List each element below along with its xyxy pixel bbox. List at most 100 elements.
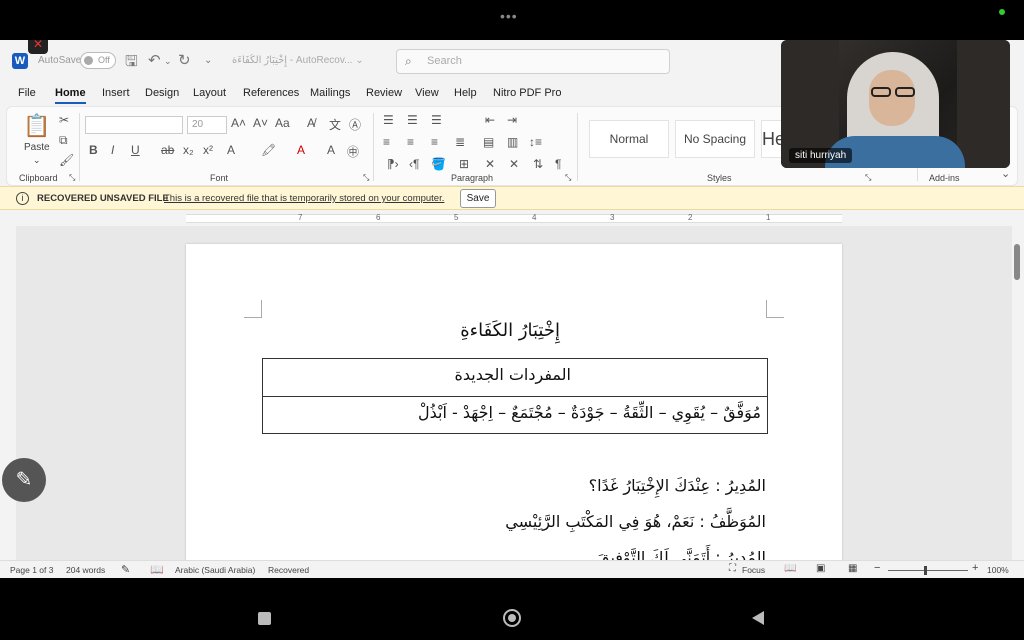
tab-layout[interactable]: Layout <box>193 87 226 99</box>
search-input[interactable]: Search <box>396 49 670 74</box>
ltr-icon[interactable]: ⁋› <box>387 157 399 171</box>
justify-icon[interactable]: ≣ <box>455 135 465 149</box>
recents-icon[interactable] <box>258 612 271 625</box>
subscript-icon[interactable]: x₂ <box>183 143 194 157</box>
increase-indent-icon[interactable]: ⇥ <box>507 113 517 127</box>
focus-button[interactable]: Focus <box>742 565 765 575</box>
clear-format-icon[interactable]: A̸ <box>307 116 315 130</box>
zoom-in-icon[interactable]: + <box>972 562 978 574</box>
video-call-tile[interactable]: siti hurriyah <box>781 40 1010 168</box>
font-name-box[interactable] <box>85 116 183 134</box>
paste-icon[interactable]: 📋 <box>23 113 50 139</box>
font-size-box[interactable]: 20 <box>187 116 227 134</box>
document-page[interactable]: إِخْتِبَارُ الكَفَاءةِ المفردات الجديدة … <box>186 244 842 574</box>
underline-icon[interactable]: U <box>131 143 140 157</box>
shading-icon[interactable]: 🪣 <box>431 157 446 171</box>
save-button[interactable]: Save <box>460 189 496 208</box>
tab-home[interactable]: Home <box>55 87 86 104</box>
multilevel-list-icon[interactable]: ☰ <box>431 113 442 127</box>
line-spacing-icon[interactable]: ↕≡ <box>529 135 542 149</box>
align-center-icon[interactable]: ≡ <box>407 135 414 149</box>
tab-mailings[interactable]: Mailings <box>310 87 350 99</box>
clipboard-launcher-icon[interactable]: ⤡ <box>69 173 75 183</box>
autosave-toggle[interactable]: Off <box>80 52 116 69</box>
zoom-level[interactable]: 100% <box>987 565 1009 575</box>
home-icon[interactable] <box>503 609 521 627</box>
bold-icon[interactable]: B <box>89 143 98 157</box>
tab-review[interactable]: Review <box>366 87 402 99</box>
paste-button[interactable]: Paste <box>24 142 50 153</box>
redo-icon[interactable]: ↻ <box>178 51 191 69</box>
strikethrough-icon[interactable]: ab <box>161 143 174 157</box>
undo-dropdown-icon[interactable]: ⌄ <box>164 56 172 67</box>
shrink-font-icon[interactable]: A˅ <box>253 116 268 130</box>
undo-icon[interactable]: ↶ <box>148 51 161 69</box>
collapse-ribbon-icon[interactable]: ⌄ <box>1001 167 1010 180</box>
language-indicator[interactable]: Arabic (Saudi Arabia) <box>175 565 255 575</box>
align-left-icon[interactable]: ≡ <box>383 135 390 149</box>
scrollbar-thumb[interactable] <box>1014 244 1020 280</box>
tab-references[interactable]: References <box>243 87 299 99</box>
tab-file[interactable]: File <box>18 87 36 99</box>
text-effects-icon[interactable]: A <box>227 143 235 157</box>
paragraph-launcher-icon[interactable]: ⤡ <box>565 173 571 183</box>
document-canvas[interactable]: إِخْتِبَارُ الكَفَاءةِ المفردات الجديدة … <box>0 226 1012 574</box>
infobar-message-link[interactable]: This is a recovered file that is tempora… <box>164 193 444 204</box>
numbering-icon[interactable]: ☰ <box>407 113 418 127</box>
tab-help[interactable]: Help <box>454 87 477 99</box>
save-icon[interactable]: 🖫 <box>125 51 138 76</box>
phonetic-guide-icon[interactable]: 文 <box>329 116 341 133</box>
document-title[interactable]: إِخْتِبَارُ الكَفَاءَة - AutoRecov... ⌄ <box>232 55 364 66</box>
more-dots[interactable]: ••• <box>500 8 518 24</box>
decrease-indent-icon[interactable]: ⇤ <box>485 113 495 127</box>
tab-insert[interactable]: Insert <box>102 87 130 99</box>
read-mode-icon[interactable]: 📖 <box>784 563 796 574</box>
pencil-annotate-icon[interactable]: ✎ <box>2 458 46 502</box>
paste-dropdown-icon[interactable]: ⌄ <box>33 155 41 166</box>
zoom-slider-thumb[interactable] <box>924 566 927 575</box>
tab-design[interactable]: Design <box>145 87 179 99</box>
tab-nitro-pdf[interactable]: Nitro PDF Pro <box>493 87 561 99</box>
proofing-icon[interactable]: ✎ <box>121 563 130 576</box>
font-color-icon[interactable]: A <box>297 143 305 157</box>
bullets-icon[interactable]: ☰ <box>383 113 394 127</box>
mic-muted-icon[interactable]: ✕ <box>28 40 48 54</box>
zoom-out-icon[interactable]: − <box>874 562 880 574</box>
char-shading-icon[interactable]: A <box>327 143 335 157</box>
web-layout-icon[interactable]: ▦ <box>848 563 857 574</box>
show-marks-icon[interactable]: ¶ <box>555 157 561 171</box>
cut-icon[interactable]: ✂ <box>59 113 69 127</box>
style-normal[interactable]: Normal <box>589 120 669 158</box>
zoom-slider[interactable] <box>888 570 968 571</box>
customize-toolbar-icon[interactable]: ⌄ <box>204 55 212 66</box>
change-case-icon[interactable]: Aa <box>275 116 290 130</box>
word-count[interactable]: 204 words <box>66 565 105 575</box>
grow-font-icon[interactable]: A˄ <box>231 116 246 130</box>
italic-icon[interactable]: I <box>111 143 114 157</box>
focus-icon[interactable]: ⛶ <box>729 563 736 574</box>
horizontal-ruler[interactable]: 7 6 5 4 3 2 1 <box>0 210 1024 226</box>
rtl-icon[interactable]: ‹¶ <box>409 157 419 171</box>
superscript-icon[interactable]: x² <box>203 143 213 157</box>
format-painter-icon[interactable]: 🖌 <box>59 153 74 167</box>
enclose-char-icon[interactable]: ㊥ <box>347 143 359 160</box>
styles-launcher-icon[interactable]: ⤡ <box>865 173 871 183</box>
back-icon[interactable] <box>752 611 764 625</box>
page-count[interactable]: Page 1 of 3 <box>10 565 53 575</box>
read-aloud-icon[interactable]: 📖 <box>150 563 164 576</box>
font-launcher-icon[interactable]: ⤡ <box>363 173 369 183</box>
distributed-icon[interactable]: ▤ <box>483 135 494 149</box>
columns-icon[interactable]: ▥ <box>507 135 518 149</box>
tab-view[interactable]: View <box>415 87 439 99</box>
print-layout-icon[interactable]: ▣ <box>816 563 825 574</box>
style-no-spacing[interactable]: No Spacing <box>675 120 755 158</box>
asian-layout-icon[interactable]: ✕ <box>485 157 495 171</box>
char-border-icon[interactable]: Ⓐ <box>349 116 361 133</box>
align-right-icon[interactable]: ≡ <box>431 135 438 149</box>
vertical-ruler[interactable] <box>0 226 16 560</box>
chinese-layout-icon[interactable]: ✕ <box>509 157 519 171</box>
highlight-icon[interactable]: 🖍 <box>261 143 276 157</box>
sort-icon[interactable]: ⇅ <box>533 157 543 171</box>
copy-icon[interactable]: ⧉ <box>59 133 68 148</box>
borders-icon[interactable]: ⊞ <box>459 157 469 171</box>
